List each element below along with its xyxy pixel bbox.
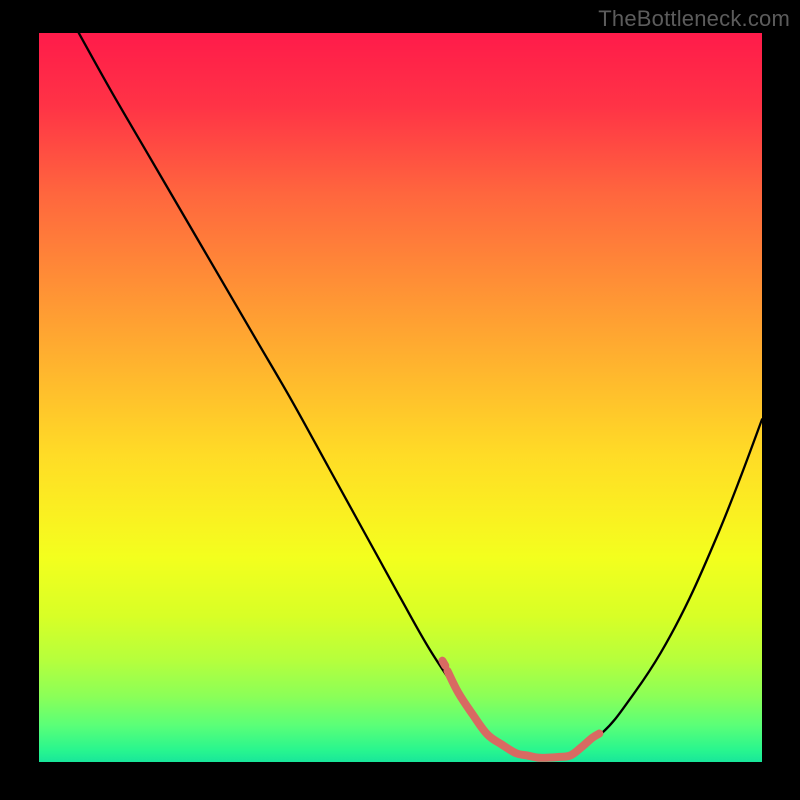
chart-plot-area [39, 33, 762, 762]
gradient-background [39, 33, 762, 762]
series-accent-dot [442, 661, 445, 666]
watermark-text: TheBottleneck.com [598, 6, 790, 32]
chart-svg [39, 33, 762, 762]
chart-frame: TheBottleneck.com [0, 0, 800, 800]
